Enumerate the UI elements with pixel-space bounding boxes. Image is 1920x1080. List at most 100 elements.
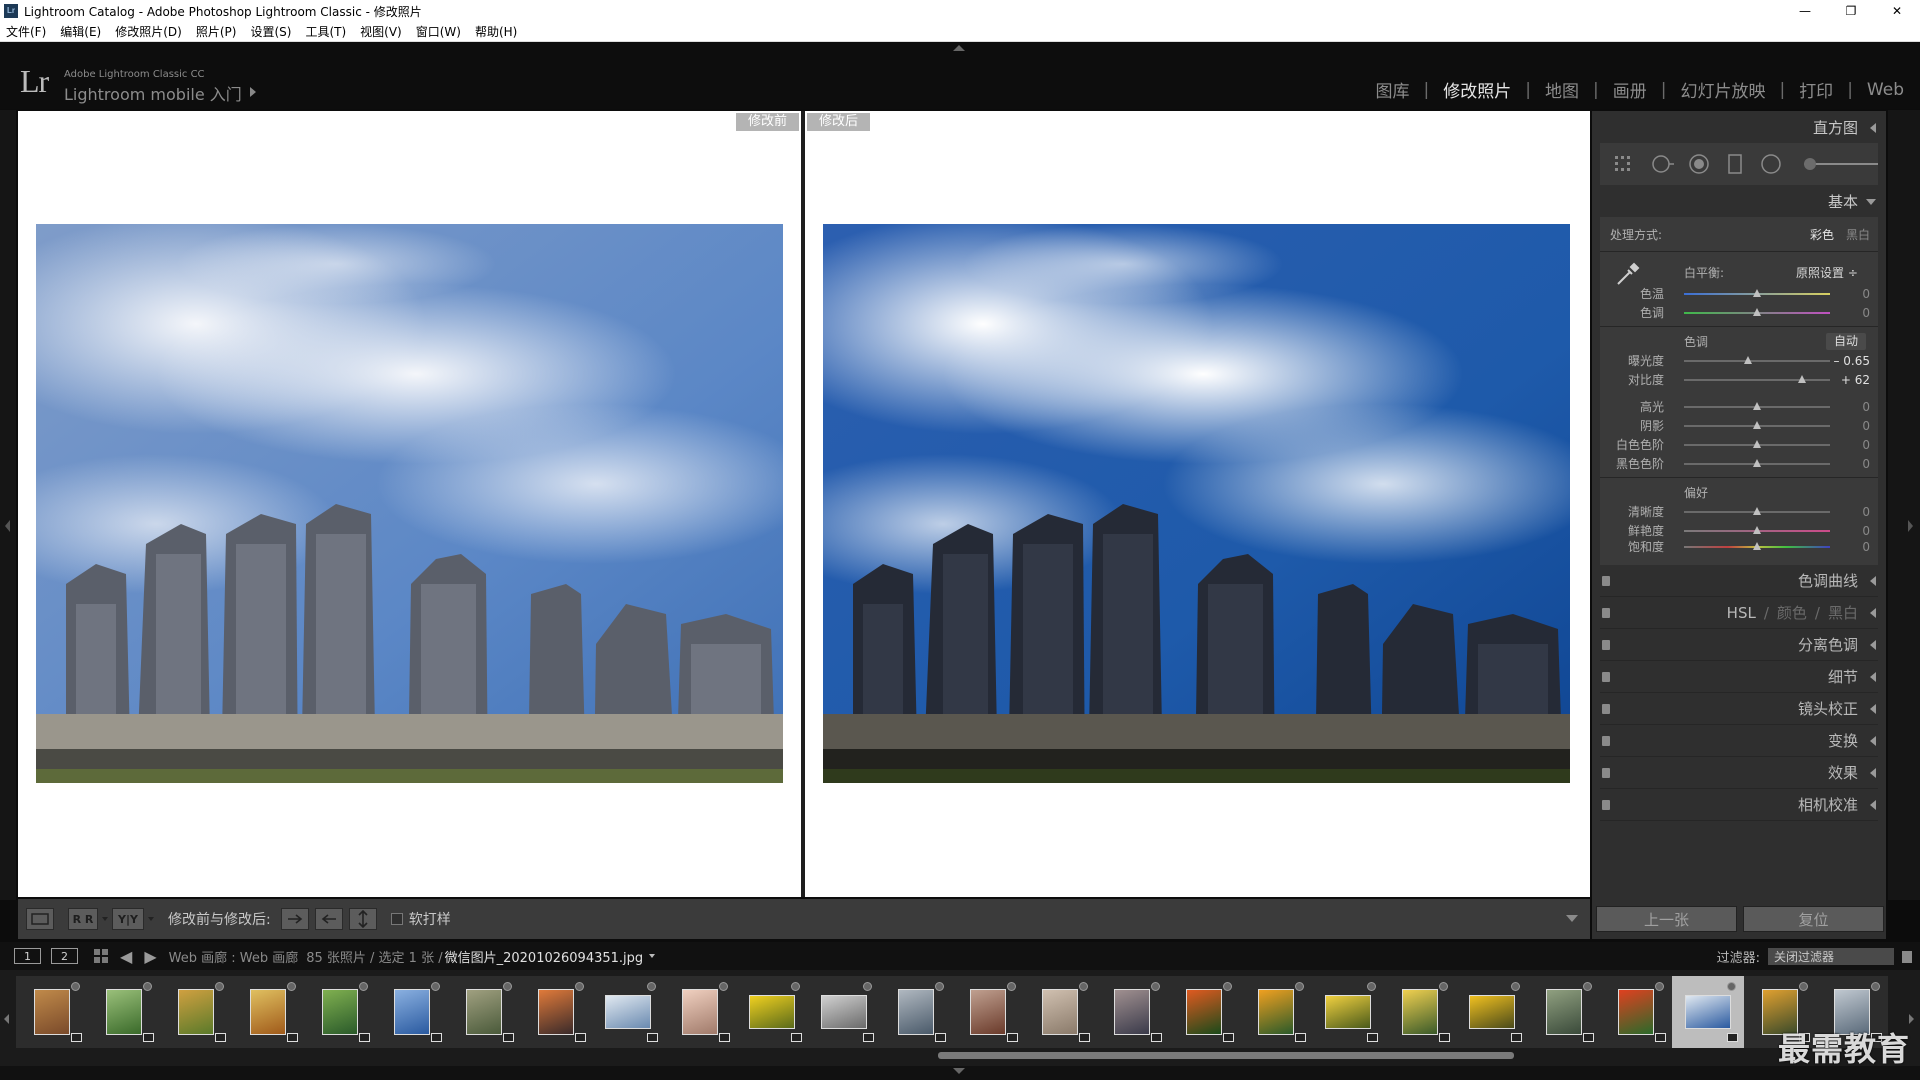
filmstrip-thumbnail[interactable] xyxy=(1024,976,1096,1048)
filmstrip-thumbnail[interactable] xyxy=(1528,976,1600,1048)
filmstrip-thumbnail[interactable] xyxy=(952,976,1024,1048)
whites-slider-track[interactable] xyxy=(1684,439,1830,448)
menu-photo[interactable]: 照片(P) xyxy=(196,23,237,40)
contrast-slider-track[interactable] xyxy=(1684,374,1830,383)
exposure-value[interactable]: – 0.65 xyxy=(1833,354,1870,368)
back-arrow-icon[interactable]: ◀ xyxy=(120,947,132,966)
collapse-bottom-panel-icon[interactable] xyxy=(953,1068,965,1074)
tone-curve-panel-header[interactable]: 色调曲线 xyxy=(1600,565,1878,597)
hsl-color-tab[interactable]: 颜色 xyxy=(1777,602,1807,623)
soft-proofing-checkbox[interactable] xyxy=(390,913,403,925)
whites-slider-row[interactable]: 白色色阶 0 xyxy=(1600,435,1878,454)
filmstrip-thumbnail[interactable] xyxy=(1384,976,1456,1048)
detail-panel-header[interactable]: 细节 xyxy=(1600,661,1878,693)
filmstrip-thumbnail[interactable] xyxy=(16,976,88,1048)
filmstrip-scrollbar[interactable] xyxy=(938,1052,1514,1059)
filmstrip-thumbnail[interactable] xyxy=(448,976,520,1048)
histogram-header[interactable]: 直方图 xyxy=(1592,111,1886,143)
before-after-menu-caret[interactable] xyxy=(102,917,108,921)
menu-settings[interactable]: 设置(S) xyxy=(250,23,291,40)
before-after-left-right-button[interactable]: R R xyxy=(68,908,98,930)
contrast-value[interactable]: + 62 xyxy=(1841,373,1870,387)
loupe-view-button[interactable] xyxy=(26,908,54,930)
vibrance-slider-track[interactable] xyxy=(1684,525,1830,534)
shadows-slider-row[interactable]: 阴影 0 xyxy=(1600,416,1878,435)
menu-view[interactable]: 视图(V) xyxy=(360,23,402,40)
after-photo[interactable] xyxy=(823,224,1570,783)
treatment-bw-option[interactable]: 黑白 xyxy=(1846,226,1870,243)
exposure-slider-row[interactable]: 曝光度 – 0.65 xyxy=(1600,351,1878,370)
effects-panel-header[interactable]: 效果 xyxy=(1600,757,1878,789)
filmstrip-scroll-right-icon[interactable] xyxy=(1909,1014,1914,1024)
panel-switch-icon[interactable] xyxy=(1602,672,1610,682)
highlights-slider-row[interactable]: 高光 0 xyxy=(1600,397,1878,416)
clarity-slider-track[interactable] xyxy=(1684,506,1830,515)
collapse-right-panel-icon[interactable] xyxy=(1908,520,1913,532)
filmstrip-thumbnail[interactable] xyxy=(1096,976,1168,1048)
menu-file[interactable]: 文件(F) xyxy=(6,23,46,40)
whites-slider-thumb[interactable] xyxy=(1753,439,1761,448)
panel-switch-icon[interactable] xyxy=(1602,768,1610,778)
filmstrip-thumbnail[interactable] xyxy=(664,976,736,1048)
module-library[interactable]: 图库 xyxy=(1376,77,1410,102)
clarity-slider-row[interactable]: 清晰度 0 xyxy=(1600,502,1878,521)
tint-slider-track[interactable] xyxy=(1684,307,1830,316)
camera-calibration-panel-header[interactable]: 相机校准 xyxy=(1600,789,1878,821)
split-toning-panel-header[interactable]: 分离色调 xyxy=(1600,629,1878,661)
temp-slider-row[interactable]: 色温 0 xyxy=(1600,284,1878,303)
transform-panel-header[interactable]: 变换 xyxy=(1600,725,1878,757)
shadows-value[interactable]: 0 xyxy=(1862,419,1870,433)
menu-edit[interactable]: 编辑(E) xyxy=(60,23,101,40)
filmstrip-thumbnail[interactable] xyxy=(304,976,376,1048)
module-web[interactable]: Web xyxy=(1867,80,1904,100)
blacks-slider-row[interactable]: 黑色色阶 0 xyxy=(1600,454,1878,473)
tint-slider-row[interactable]: 色调 0 xyxy=(1600,303,1878,322)
tint-slider-thumb[interactable] xyxy=(1753,307,1761,316)
swap-before-after-button[interactable] xyxy=(348,908,377,930)
whites-value[interactable]: 0 xyxy=(1862,438,1870,452)
hsl-bw-tab[interactable]: 黑白 xyxy=(1828,602,1858,623)
vibrance-slider-thumb[interactable] xyxy=(1753,525,1761,534)
module-book[interactable]: 画册 xyxy=(1613,77,1647,102)
highlights-slider-thumb[interactable] xyxy=(1753,401,1761,410)
clarity-slider-thumb[interactable] xyxy=(1753,506,1761,515)
filmstrip-thumbnail[interactable] xyxy=(376,976,448,1048)
blacks-slider-thumb[interactable] xyxy=(1753,458,1761,467)
exposure-slider-track[interactable] xyxy=(1684,355,1830,364)
hsl-title[interactable]: HSL xyxy=(1727,604,1756,622)
filmstrip-thumbnail[interactable] xyxy=(88,976,160,1048)
filmstrip-thumbnail[interactable] xyxy=(736,976,808,1048)
panel-switch-icon[interactable] xyxy=(1602,608,1610,618)
grid-view-icon[interactable] xyxy=(94,949,108,963)
filmstrip-thumbnail[interactable] xyxy=(1456,976,1528,1048)
filmstrip-thumbnail[interactable] xyxy=(232,976,304,1048)
filmstrip-thumbnail[interactable] xyxy=(1168,976,1240,1048)
tint-value[interactable]: 0 xyxy=(1862,306,1870,320)
radial-filter-icon[interactable] xyxy=(1760,152,1782,176)
copy-before-to-after-button[interactable] xyxy=(280,908,309,930)
menu-window[interactable]: 窗口(W) xyxy=(416,23,461,40)
filter-select[interactable]: 关闭过滤器 xyxy=(1768,948,1894,965)
before-view[interactable]: 修改前 xyxy=(18,111,801,897)
previous-settings-button[interactable]: 上一张 xyxy=(1596,906,1737,932)
highlights-slider-track[interactable] xyxy=(1684,401,1830,410)
menu-help[interactable]: 帮助(H) xyxy=(475,23,517,40)
temp-value[interactable]: 0 xyxy=(1862,287,1870,301)
panel-switch-icon[interactable] xyxy=(1602,576,1610,586)
white-balance-select[interactable]: 原照设置 ÷ xyxy=(1796,264,1858,281)
auto-tone-button[interactable]: 自动 xyxy=(1825,333,1866,350)
panel-switch-icon[interactable] xyxy=(1602,640,1610,650)
graduated-filter-icon[interactable] xyxy=(1724,152,1746,176)
filter-lock-icon[interactable] xyxy=(1902,951,1912,963)
saturation-slider-row[interactable]: 饱和度 0 xyxy=(1600,540,1878,559)
filmstrip-scroll-left-icon[interactable] xyxy=(4,1014,9,1024)
copy-after-to-before-button[interactable] xyxy=(314,908,343,930)
module-slideshow[interactable]: 幻灯片放映 xyxy=(1680,77,1765,102)
vibrance-value[interactable]: 0 xyxy=(1862,524,1870,538)
reset-button[interactable]: 复位 xyxy=(1743,906,1884,932)
filmstrip-thumbnail[interactable] xyxy=(1240,976,1312,1048)
shadows-slider-thumb[interactable] xyxy=(1753,420,1761,429)
filmstrip-thumbnail[interactable] xyxy=(1672,976,1744,1048)
minimize-button[interactable]: — xyxy=(1782,0,1828,22)
filmstrip-filename[interactable]: 微信图片_20201026094351.jpg xyxy=(445,947,644,966)
